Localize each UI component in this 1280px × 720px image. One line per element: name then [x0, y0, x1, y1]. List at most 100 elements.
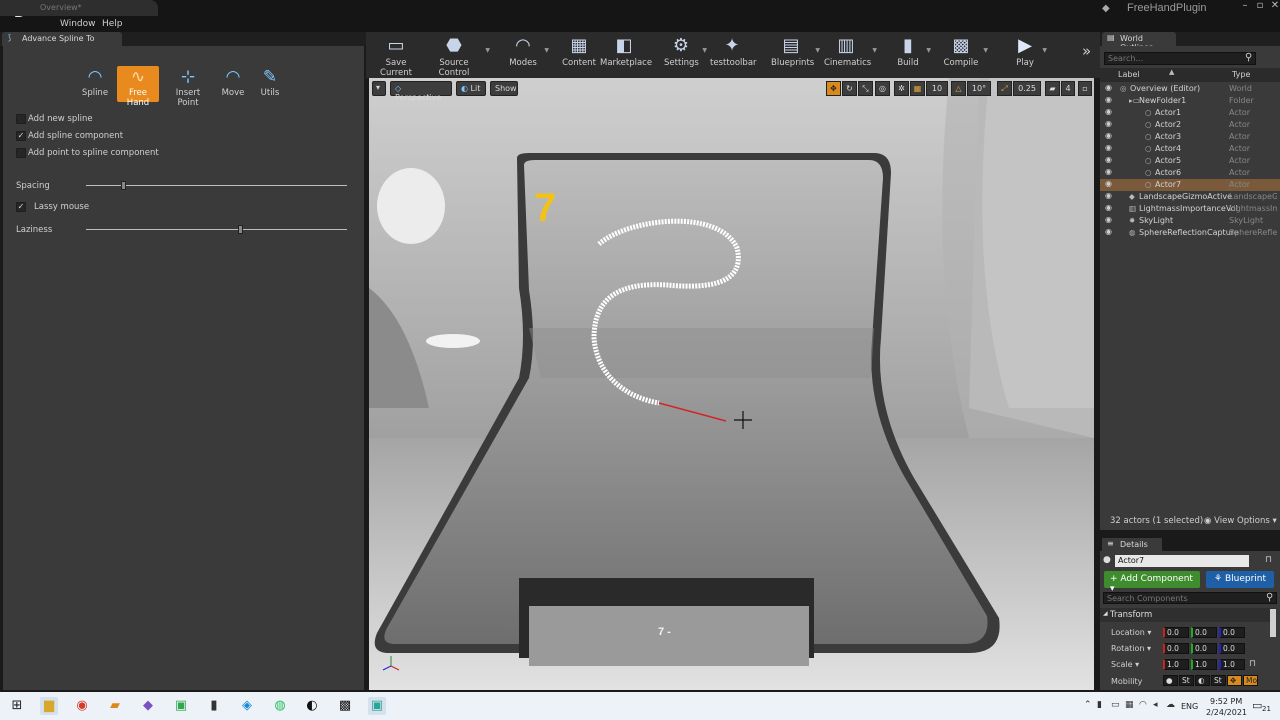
- surface-snap-icon[interactable]: ✲: [894, 81, 909, 96]
- tray-chevron-icon[interactable]: ⌃: [1084, 700, 1092, 710]
- outliner-search-input[interactable]: Search...: [1104, 52, 1256, 65]
- build-button[interactable]: ▮ Build ▼: [894, 34, 931, 74]
- play-button[interactable]: ▶ Play ▼: [1012, 34, 1047, 74]
- epic-games-icon[interactable]: ▩: [336, 697, 354, 715]
- lassy-mouse-checkbox[interactable]: ✓: [16, 202, 26, 212]
- grid-snap-icon[interactable]: ▦: [910, 81, 925, 96]
- location-z-input[interactable]: 0.0: [1219, 627, 1245, 638]
- rotation-z-input[interactable]: 0.0: [1219, 643, 1245, 654]
- mode-utils[interactable]: ✎ Utils: [249, 66, 291, 102]
- scale-snap-icon[interactable]: ⤢: [997, 81, 1012, 96]
- outliner-row[interactable]: ◉ ○ Actor3 Actor: [1100, 131, 1280, 143]
- outliner-row[interactable]: ◉ ◍ SphereReflectionCapture SphereReflec: [1100, 227, 1280, 239]
- source-control-button[interactable]: ⬣ Source Control ▼: [427, 34, 490, 78]
- mobility-static-button[interactable]: St: [1179, 675, 1194, 686]
- dropdown-arrow-icon[interactable]: ▼: [983, 47, 988, 54]
- scale-x-input[interactable]: 1.0: [1163, 659, 1189, 670]
- testtoolbar-button[interactable]: ✦ testtoolbar: [710, 34, 757, 74]
- add-spline-component-checkbox[interactable]: ✓: [16, 131, 26, 141]
- visibility-eye-icon[interactable]: ◉: [1105, 83, 1112, 92]
- blueprint-button[interactable]: ⚘ Blueprint: [1206, 571, 1274, 588]
- laziness-slider-handle[interactable]: [237, 225, 243, 234]
- close-icon[interactable]: ✕: [1266, 0, 1280, 16]
- visibility-eye-icon[interactable]: ◉: [1105, 179, 1112, 188]
- label-column-header[interactable]: Label: [1118, 70, 1140, 79]
- lit-button[interactable]: ◐ Lit: [456, 81, 486, 96]
- rotation-snap-value[interactable]: 10°: [967, 81, 991, 96]
- file-explorer-icon[interactable]: ▆: [40, 697, 58, 715]
- save-current-button[interactable]: ▭ Save Current: [373, 34, 419, 78]
- outliner-row[interactable]: ◉ ○ Actor6 Actor: [1100, 167, 1280, 179]
- viewport-options-icon[interactable]: ▾: [372, 81, 386, 96]
- lock-icon[interactable]: ⊓: [1265, 555, 1272, 565]
- outliner-row[interactable]: ◉ ○ Actor2 Actor: [1100, 119, 1280, 131]
- dropdown-arrow-icon[interactable]: ▼: [872, 47, 877, 54]
- content-button[interactable]: ▦ Content: [562, 34, 596, 74]
- language-indicator[interactable]: ENG: [1181, 702, 1198, 711]
- outliner-row[interactable]: ◉ ○ Actor1 Actor: [1100, 107, 1280, 119]
- visibility-eye-icon[interactable]: ◉: [1105, 191, 1112, 200]
- details-scrollbar[interactable]: [1270, 609, 1276, 637]
- whatsapp-icon[interactable]: ◍: [271, 697, 289, 715]
- details-search-input[interactable]: Search Components: [1103, 592, 1277, 604]
- dropdown-arrow-icon[interactable]: ▼: [485, 47, 490, 54]
- visibility-eye-icon[interactable]: ◉: [1105, 131, 1112, 140]
- outliner-row[interactable]: ◉ ▥ LightmassImportanceVol LightmassIm: [1100, 203, 1280, 215]
- scale-lock-icon[interactable]: ⊓: [1249, 659, 1256, 669]
- visibility-eye-icon[interactable]: ◉: [1105, 95, 1112, 104]
- menu-help[interactable]: Help: [102, 19, 123, 29]
- world-outliner-tab[interactable]: ▤ World Outliner: [1102, 32, 1176, 52]
- visibility-eye-icon[interactable]: ◉: [1105, 203, 1112, 212]
- scale-z-input[interactable]: 1.0: [1219, 659, 1245, 670]
- scale-y-input[interactable]: 1.0: [1191, 659, 1217, 670]
- advance-spline-tab[interactable]: ⟆ Advance Spline To: [2, 32, 122, 46]
- outliner-row[interactable]: ◉ ▸▭ NewFolder1 Folder: [1100, 95, 1280, 107]
- modes-button[interactable]: ◠ Modes ▼: [506, 34, 549, 74]
- spacing-slider-handle[interactable]: [120, 181, 126, 190]
- visibility-eye-icon[interactable]: ◉: [1105, 143, 1112, 152]
- visibility-eye-icon[interactable]: ◉: [1105, 155, 1112, 164]
- mobility-movable-icon[interactable]: ✥: [1227, 675, 1242, 686]
- rotate-mode-icon[interactable]: ↻: [842, 81, 857, 96]
- add-point-checkbox[interactable]: [16, 148, 26, 158]
- volume-icon[interactable]: ◂: [1153, 700, 1158, 710]
- rotation-y-input[interactable]: 0.0: [1191, 643, 1217, 654]
- visibility-eye-icon[interactable]: ◉: [1105, 215, 1112, 224]
- microphone-icon[interactable]: ▮: [1097, 700, 1102, 710]
- chrome-icon[interactable]: ◉: [73, 697, 91, 715]
- mobility-stationary-button[interactable]: St: [1211, 675, 1226, 686]
- outliner-row[interactable]: ◉ ○ Actor7 Actor: [1100, 179, 1280, 191]
- maximize-viewport-icon[interactable]: ▫: [1078, 81, 1092, 96]
- network-icon[interactable]: ▦: [1125, 700, 1134, 710]
- outliner-row[interactable]: ◉ ○ Actor5 Actor: [1100, 155, 1280, 167]
- camera-speed-value[interactable]: 4: [1061, 81, 1075, 96]
- app-blue-icon[interactable]: ◈: [238, 697, 256, 715]
- rotation-label[interactable]: Rotation ▾: [1111, 644, 1151, 653]
- visibility-eye-icon[interactable]: ◉: [1105, 107, 1112, 116]
- unreal-engine-icon[interactable]: ◐: [303, 697, 321, 715]
- location-x-input[interactable]: 0.0: [1163, 627, 1189, 638]
- visibility-eye-icon[interactable]: ◉: [1105, 167, 1112, 176]
- camera-speed-icon[interactable]: ▰: [1045, 81, 1060, 96]
- mode-move[interactable]: ◠ Move: [212, 66, 254, 102]
- toolbar-overflow-icon[interactable]: »: [1082, 42, 1091, 60]
- dropdown-arrow-icon[interactable]: ▼: [815, 47, 820, 54]
- mode-spline[interactable]: ◠ Spline: [74, 66, 116, 102]
- dropdown-arrow-icon[interactable]: ▼: [926, 47, 931, 54]
- visual-studio-icon[interactable]: ◆: [139, 697, 157, 715]
- add-new-spline-checkbox[interactable]: [16, 114, 26, 124]
- cinematics-button[interactable]: ▥ Cinematics ▼: [824, 34, 877, 74]
- world-local-icon[interactable]: ◎: [875, 81, 890, 96]
- scale-label[interactable]: Scale ▾: [1111, 660, 1139, 669]
- scale-mode-icon[interactable]: ⤡: [858, 81, 873, 96]
- mode-insert-point[interactable]: ⊹ Insert Point: [165, 66, 211, 108]
- sublime-icon[interactable]: ▰: [106, 697, 124, 715]
- sort-arrow-icon[interactable]: ▲: [1169, 68, 1174, 76]
- laziness-slider[interactable]: [86, 229, 347, 230]
- notification-icon[interactable]: ▭: [1252, 699, 1262, 712]
- location-y-input[interactable]: 0.0: [1191, 627, 1217, 638]
- grid-snap-value[interactable]: 10: [926, 81, 948, 96]
- mobility-movable-button[interactable]: Mo: [1243, 675, 1258, 686]
- menu-window[interactable]: Window: [60, 19, 96, 29]
- outliner-row[interactable]: ◉ ✸ SkyLight SkyLight: [1100, 215, 1280, 227]
